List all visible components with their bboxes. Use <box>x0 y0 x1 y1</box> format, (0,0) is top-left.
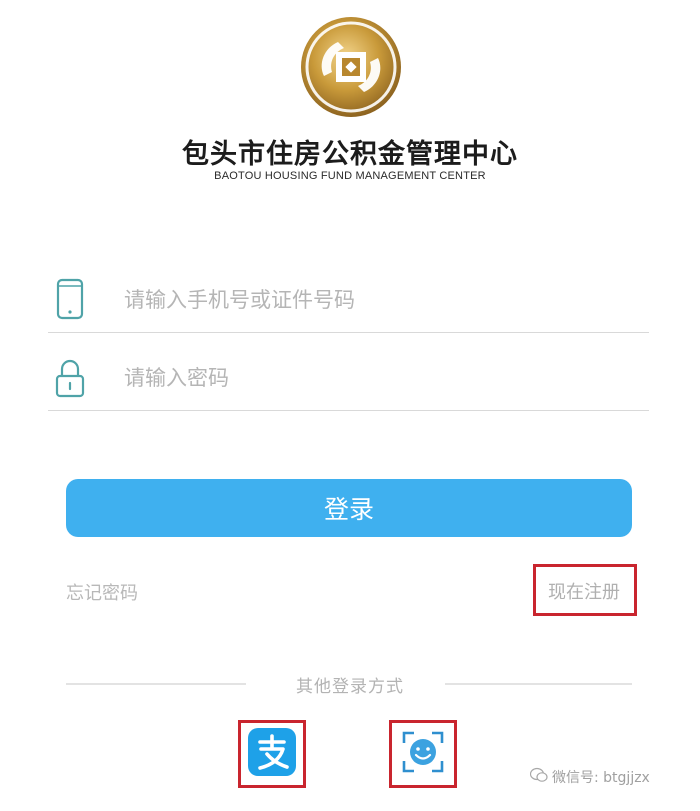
wechat-watermark: 微信号: btgjjzx <box>529 767 650 787</box>
phone-field[interactable] <box>48 256 649 333</box>
password-input[interactable] <box>122 360 626 396</box>
alipay-login-button[interactable] <box>238 720 306 788</box>
alipay-icon <box>247 727 297 781</box>
phone-icon <box>53 278 87 322</box>
wechat-icon <box>529 767 548 787</box>
register-link[interactable]: 现在注册 <box>548 578 620 604</box>
password-field[interactable] <box>48 334 649 411</box>
forgot-password-link[interactable]: 忘记密码 <box>66 579 138 605</box>
other-login-label: 其他登录方式 <box>296 677 404 697</box>
lock-icon <box>53 356 87 400</box>
login-button[interactable]: 登录 <box>66 479 632 537</box>
watermark-text: 微信号: btgjjzx <box>552 770 650 786</box>
org-name-english: BAOTOU HOUSING FUND MANAGEMENT CENTER <box>214 170 486 182</box>
face-scan-icon <box>398 727 448 781</box>
logo-emblem <box>298 14 404 120</box>
face-login-button[interactable] <box>389 720 457 788</box>
phone-input[interactable] <box>122 282 626 318</box>
org-name: 包头市住房公积金管理中心 <box>182 139 518 170</box>
